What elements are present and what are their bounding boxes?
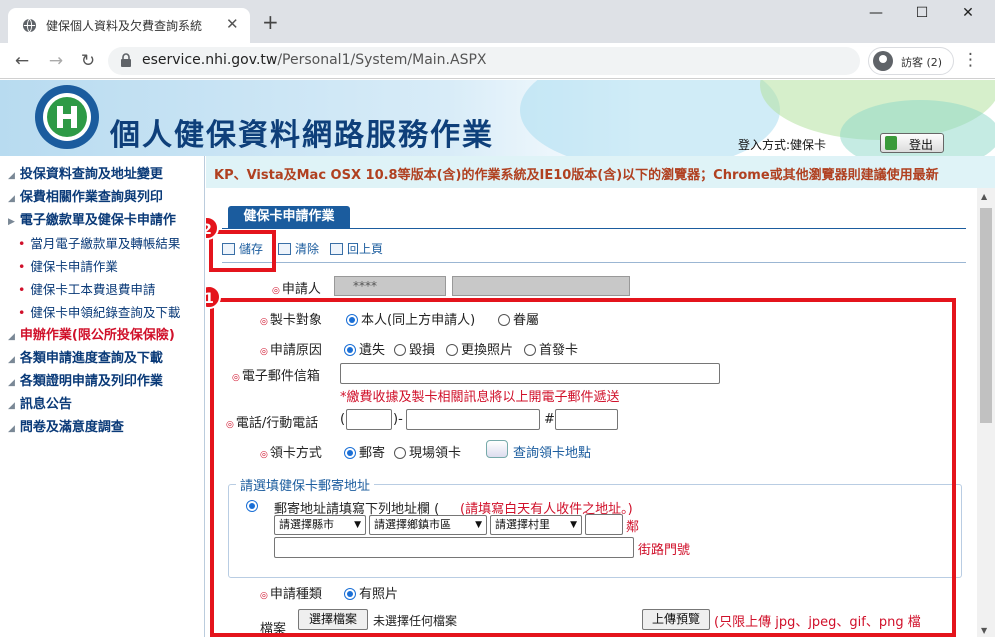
triangle-icon: ◢ [8,171,15,181]
scroll-up-icon[interactable]: ▲ [981,192,987,201]
applicant-id-field: **** [334,276,446,296]
sidebar-item-progress[interactable]: ◢ 各類申請進度查詢及下載 [8,347,163,366]
sidebar-item-e-bill-card[interactable]: ▶ 電子繳款單及健保卡申請作 [8,209,176,228]
close-window-button[interactable]: ✕ [945,5,991,25]
sidebar-sub-monthly-bill[interactable]: • 當月電子繳款單及轉帳結果 [18,233,180,252]
url-text: eservice.nhi.gov.tw/Personal1/System/Mai… [142,52,487,68]
back-page-button[interactable]: 回上頁 [330,240,383,257]
sidebar-item-premium[interactable]: ◢ 保費相關作業查詢與列印 [8,186,163,205]
sidebar-sub-card-refund[interactable]: • 健保卡工本費退費申請 [18,279,155,298]
site-title: 個人健保資料網路服務作業 [110,118,494,153]
forward-button[interactable]: → [44,49,68,73]
highlight-save [209,230,276,272]
sidebar-item-survey[interactable]: ◢ 問卷及滿意度調查 [8,416,124,435]
profile-label: 訪客 (2) [901,56,943,69]
triangle-icon: ▶ [8,217,15,227]
sidebar: ◢ 投保資料查詢及地址變更 ◢ 保費相關作業查詢與列印 ▶ 電子繳款單及健保卡申請作 … [0,156,205,637]
tab-close-icon[interactable]: ✕ [226,16,239,32]
triangle-icon: ◢ [8,401,15,411]
main-content: KP、Vista及Mac OSX 10.8等版本(含)的作業系統及IE10版本(… [206,156,995,637]
scroll-down-icon[interactable]: ▼ [981,626,987,635]
scrollbar[interactable]: ▲ ▼ [977,188,995,637]
triangle-icon: ◢ [8,332,15,342]
sidebar-sub-card-apply[interactable]: • 健保卡申請作業 [18,256,118,275]
back-button[interactable]: ← [10,49,34,73]
sidebar-item-office-apply[interactable]: ◢ 申辦作業(限公所投保保險) [8,324,175,343]
clear-icon [278,243,291,255]
back-icon [330,243,343,255]
browser-toolbar: ← → ↻ eservice.nhi.gov.tw/Personal1/Syst… [0,43,995,79]
browser-tab[interactable]: 健保個人資料及欠費查詢系統 ✕ [8,8,250,43]
triangle-icon: ◢ [8,424,15,434]
highlight-form [210,298,956,637]
applicant-name-field [452,276,630,296]
address-bar[interactable]: eservice.nhi.gov.tw/Personal1/System/Mai… [108,47,860,75]
clear-button[interactable]: 清除 [278,240,319,257]
triangle-icon: ◢ [8,378,15,388]
triangle-icon: ◢ [8,194,15,204]
sidebar-item-certificates[interactable]: ◢ 各類證明申請及列印作業 [8,370,163,389]
nhi-logo-icon [35,85,99,149]
logout-icon [885,136,897,150]
maximize-button[interactable]: ☐ [899,5,945,25]
logout-button[interactable]: 登出 [880,133,944,153]
avatar-icon [873,51,893,71]
login-type: 登入方式:健保卡 [738,138,827,152]
globe-icon [22,18,37,33]
site-banner: 個人健保資料網路服務作業 登入方式:健保卡 登出 [0,80,995,156]
scroll-thumb[interactable] [980,208,992,423]
browser-menu-icon[interactable]: ⋮ [962,51,979,69]
reload-button[interactable]: ↻ [76,49,100,73]
sidebar-sub-card-record[interactable]: • 健保卡申領紀錄查詢及下載 [18,302,180,321]
applicant-label: ◎ 申請人 [272,282,321,297]
triangle-icon: ◢ [8,355,15,365]
lock-icon [121,53,131,67]
new-tab-button[interactable]: + [262,12,279,32]
browser-tabstrip: 健保個人資料及欠費查詢系統 ✕ + — ☐ ✕ [0,0,995,43]
marquee-notice: KP、Vista及Mac OSX 10.8等版本(含)的作業系統及IE10版本(… [206,156,995,188]
tab-title: 健保個人資料及欠費查詢系統 [46,19,203,33]
profile-button[interactable]: 訪客 (2) [868,47,954,75]
sidebar-item-announcements[interactable]: ◢ 訊息公告 [8,393,72,412]
minimize-button[interactable]: — [853,5,899,25]
section-title: 健保卡申請作業 [228,206,350,228]
sidebar-item-insurance-data[interactable]: ◢ 投保資料查詢及地址變更 [8,163,163,182]
